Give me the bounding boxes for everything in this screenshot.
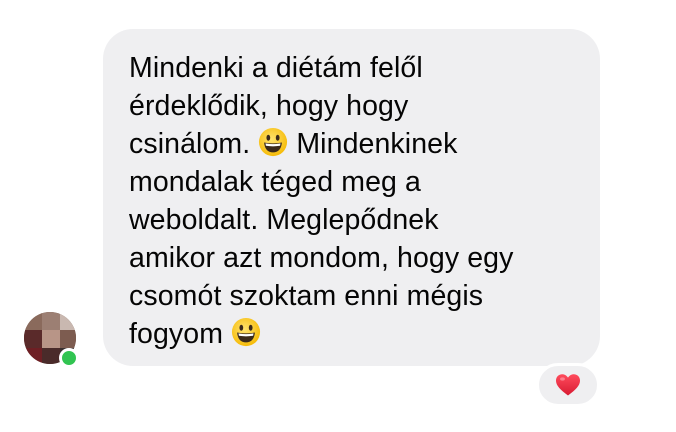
online-status-dot [59, 348, 79, 368]
reaction-badge[interactable] [536, 363, 600, 407]
heart-icon [556, 374, 580, 396]
chat-area: Mindenki a diétám felől érdeklődik, hogy… [0, 0, 676, 432]
message-line: mondalak téged meg a [129, 166, 421, 198]
message-line: csinálom. Mindenkinek [129, 125, 574, 163]
message-line: weboldalt. Meglepődnek [129, 204, 439, 236]
message-line: fogyom [129, 315, 574, 353]
grinning-face-icon [232, 317, 261, 347]
message-line: Mindenki a diétám felől [129, 52, 423, 84]
message-fragment: csinálom. [129, 128, 251, 160]
message-text: Mindenki a diétám felől érdeklődik, hogy… [129, 49, 574, 353]
grinning-face-icon [259, 127, 288, 157]
message-line: amikor azt mondom, hogy egy [129, 242, 514, 274]
sender-avatar[interactable] [24, 312, 79, 368]
message-bubble[interactable]: Mindenki a diétám felől érdeklődik, hogy… [103, 29, 600, 366]
message-fragment: fogyom [129, 318, 224, 350]
message-line: csomót szoktam enni mégis [129, 280, 484, 312]
message-fragment: Mindenkinek [296, 128, 458, 160]
message-line: érdeklődik, hogy hogy [129, 90, 409, 122]
